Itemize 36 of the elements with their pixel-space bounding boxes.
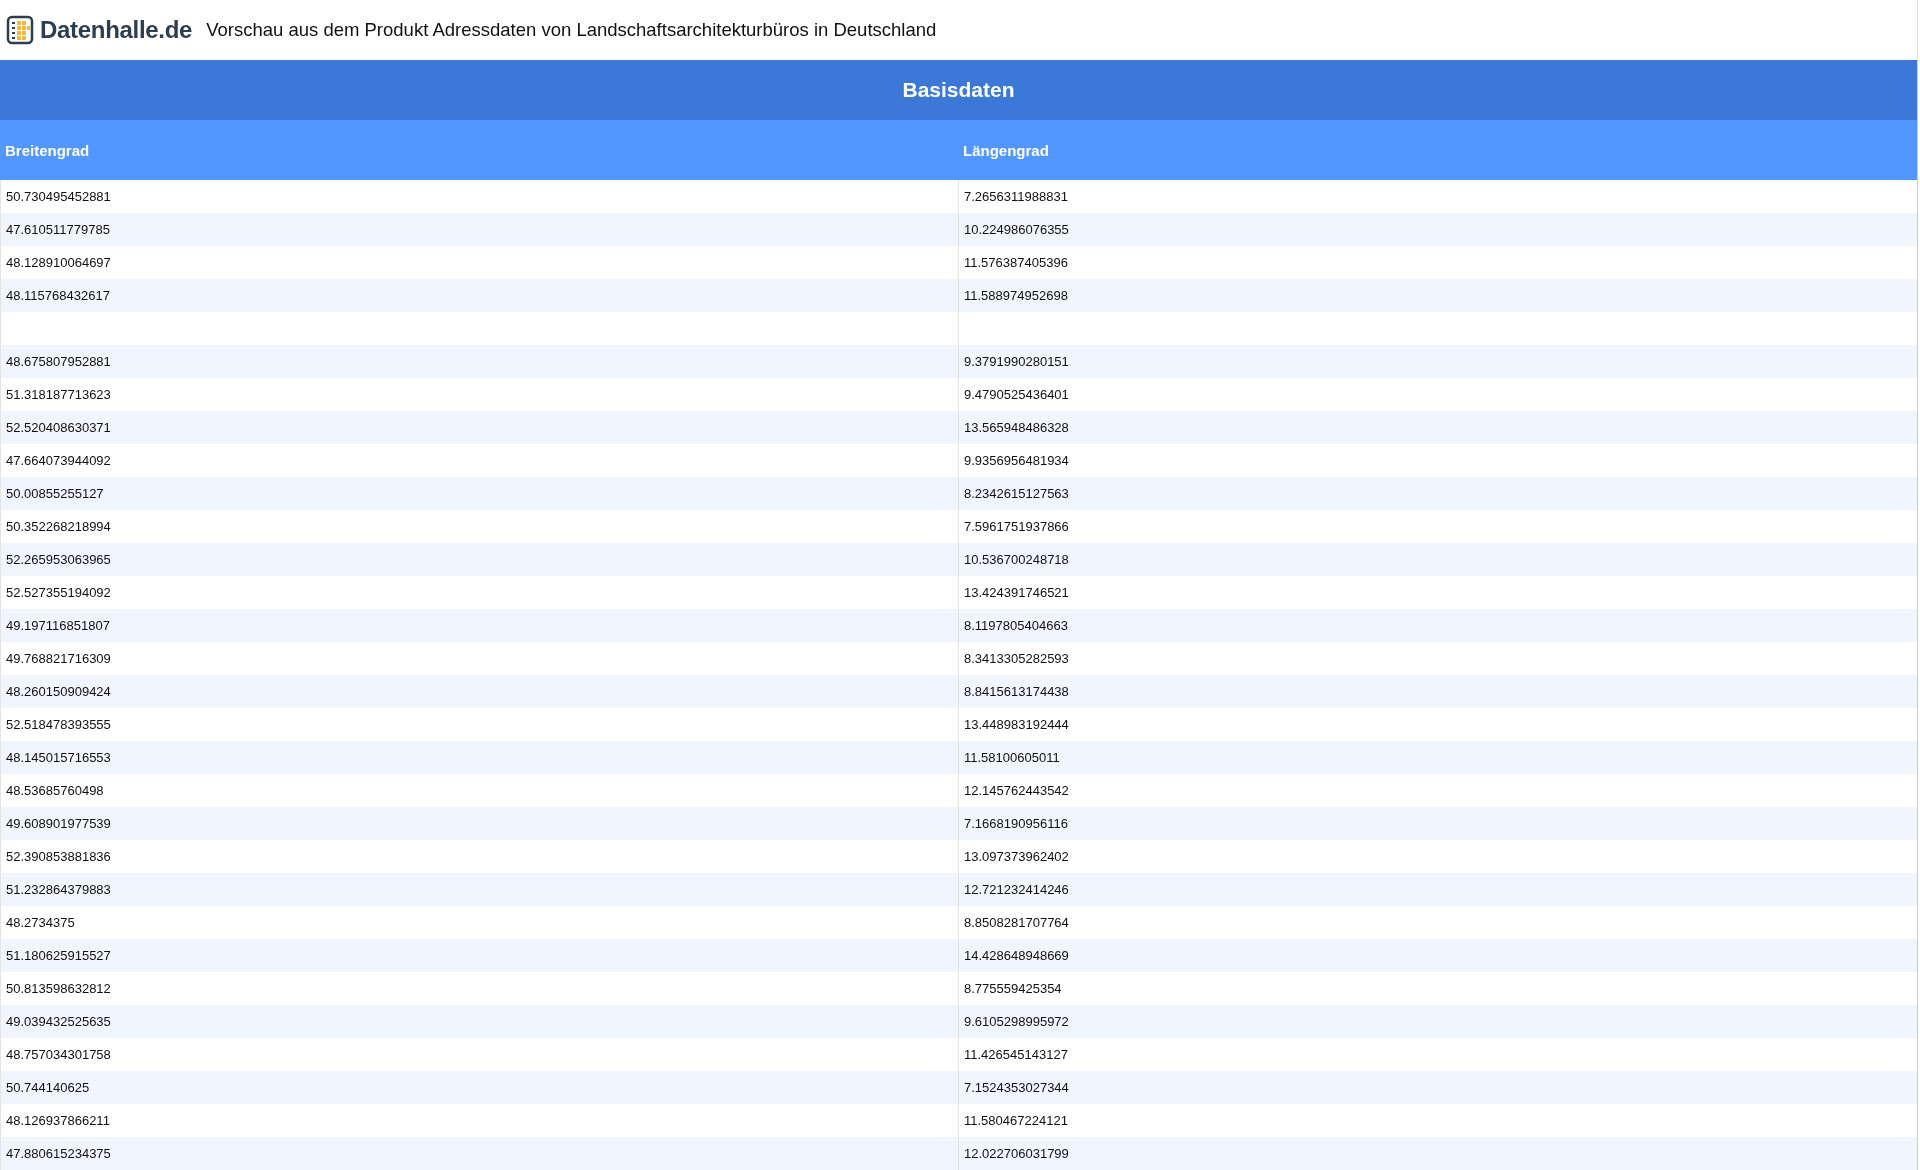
table-cell: 10.224986076355 bbox=[958, 213, 1917, 246]
table-cell: 12.721232414246 bbox=[958, 873, 1917, 906]
table-cell: 9.3791990280151 bbox=[958, 345, 1917, 378]
column-header[interactable]: Breitengrad bbox=[0, 120, 958, 180]
table-cell: 48.675807952881 bbox=[0, 345, 958, 378]
table-cell: 7.1524353027344 bbox=[958, 1071, 1917, 1104]
table-cell: 48.145015716553 bbox=[0, 741, 958, 774]
table-cell: 8.8415613174438 bbox=[958, 675, 1917, 708]
table-cell: 49.197116851807 bbox=[0, 609, 958, 642]
column-header[interactable]: Längengrad bbox=[958, 120, 1917, 180]
table-cell: 14.428648948669 bbox=[958, 939, 1917, 972]
table-cell: 52.520408630371 bbox=[0, 411, 958, 444]
page-title: Vorschau aus dem Produkt Adressdaten von Landschaftsarchitekturbüros in Deutschland bbox=[206, 19, 937, 41]
section-header: Basisdaten bbox=[0, 60, 1917, 120]
table-cell: 50.744140625 bbox=[0, 1071, 958, 1104]
table-cell: 8.1197805404663 bbox=[958, 609, 1917, 642]
logo-text[interactable]: Datenhalle.de bbox=[40, 16, 193, 44]
table-cell: 49.608901977539 bbox=[0, 807, 958, 840]
table-cell: 47.880615234375 bbox=[0, 1137, 958, 1170]
table-cell: 13.565948486328 bbox=[958, 411, 1917, 444]
table-cell: 49.039432525635 bbox=[0, 1005, 958, 1038]
logo-icon bbox=[6, 14, 36, 46]
table-cell: 51.232864379883 bbox=[0, 873, 958, 906]
table-cell: 11.58100605011 bbox=[958, 741, 1917, 774]
table-cell: 50.00855255127 bbox=[0, 477, 958, 510]
table-cell: 9.6105298995972 bbox=[958, 1005, 1917, 1038]
table-cell: 10.536700248718 bbox=[958, 543, 1917, 576]
table-cell: 48.115768432617 bbox=[0, 279, 958, 312]
table-cell: 11.588974952698 bbox=[958, 279, 1917, 312]
table-cell: 52.265953063965 bbox=[0, 543, 958, 576]
table-cell: 8.2342615127563 bbox=[958, 477, 1917, 510]
table-cell: 12.022706031799 bbox=[958, 1137, 1917, 1170]
table-cell: 47.610511779785 bbox=[0, 213, 958, 246]
table-cell: 48.260150909424 bbox=[0, 675, 958, 708]
table-cell: 51.180625915527 bbox=[0, 939, 958, 972]
table-cell: 7.1668190956116 bbox=[958, 807, 1917, 840]
